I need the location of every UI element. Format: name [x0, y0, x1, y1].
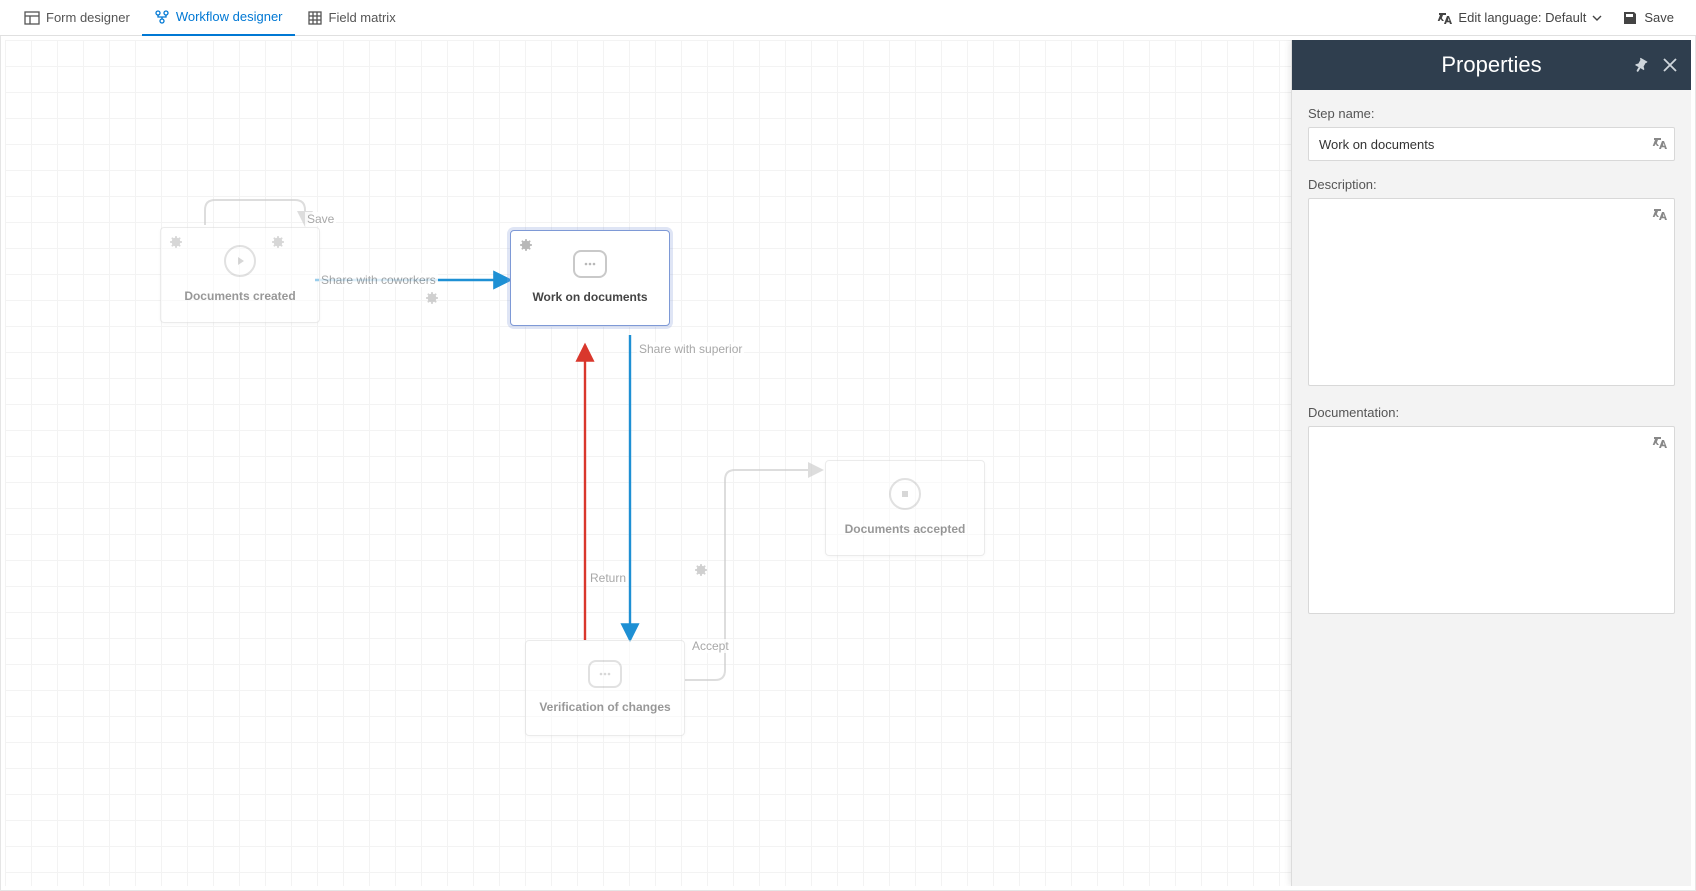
tab-form-designer[interactable]: Form designer [12, 0, 142, 36]
save-button[interactable]: Save [1612, 10, 1684, 26]
panel-title: Properties [1441, 52, 1541, 78]
tab-field-matrix[interactable]: Field matrix [295, 0, 408, 36]
chevron-down-icon [1592, 13, 1602, 23]
node-verification-of-changes[interactable]: Verification of changes [525, 640, 685, 736]
edge-label-return[interactable]: Return [588, 571, 628, 585]
flow-icon [154, 9, 170, 25]
translate-icon[interactable] [1651, 135, 1667, 154]
node-title: Documents created [184, 289, 295, 304]
workflow-canvas[interactable]: Save Share with coworkers Share with sup… [5, 40, 1691, 886]
gear-icon[interactable] [167, 234, 183, 255]
documentation-textarea[interactable] [1308, 426, 1675, 614]
node-work-on-documents[interactable]: Work on documents [510, 230, 670, 326]
end-icon [889, 478, 921, 510]
edit-language-label: Edit language: Default [1458, 10, 1586, 25]
tab-workflow-designer[interactable]: Workflow designer [142, 0, 295, 36]
save-label: Save [1644, 10, 1674, 25]
start-icon [224, 245, 256, 277]
properties-panel: Properties Step name: Description: Docum… [1291, 40, 1691, 886]
top-toolbar: Form designer Workflow designer Field ma… [0, 0, 1696, 36]
step-name-label: Step name: [1308, 106, 1675, 121]
language-icon [1436, 10, 1452, 26]
tab-label: Form designer [46, 10, 130, 25]
step-name-input[interactable] [1308, 127, 1675, 161]
save-icon [1622, 10, 1638, 26]
node-documents-accepted[interactable]: Documents accepted [825, 460, 985, 556]
description-textarea[interactable] [1308, 198, 1675, 386]
tab-label: Workflow designer [176, 9, 283, 24]
tab-label: Field matrix [329, 10, 396, 25]
matrix-icon [307, 10, 323, 26]
canvas-wrap: Save Share with coworkers Share with sup… [0, 36, 1696, 891]
node-title: Work on documents [532, 290, 647, 305]
translate-icon[interactable] [1651, 434, 1667, 453]
step-icon [573, 250, 607, 278]
edge-gear-share-coworkers[interactable] [423, 290, 439, 311]
panel-header: Properties [1292, 40, 1691, 90]
close-panel-button[interactable] [1661, 56, 1679, 74]
step-icon [588, 660, 622, 688]
node-title: Documents accepted [845, 522, 966, 537]
edge-label-save[interactable]: Save [305, 212, 336, 226]
form-icon [24, 10, 40, 26]
translate-icon[interactable] [1651, 206, 1667, 225]
pin-panel-button[interactable] [1633, 57, 1649, 73]
edge-label-share-coworkers[interactable]: Share with coworkers [319, 273, 438, 287]
panel-body: Step name: Description: Documentation: [1292, 90, 1691, 647]
edit-language-dropdown[interactable]: Edit language: Default [1426, 10, 1612, 26]
edge-gear-accept[interactable] [692, 562, 708, 583]
gear-icon[interactable] [269, 234, 285, 255]
documentation-label: Documentation: [1308, 405, 1675, 420]
edge-label-accept[interactable]: Accept [690, 639, 731, 653]
node-title: Verification of changes [539, 700, 670, 715]
description-label: Description: [1308, 177, 1675, 192]
node-documents-created[interactable]: Documents created [160, 227, 320, 323]
gear-icon[interactable] [517, 237, 533, 258]
edge-label-share-superior[interactable]: Share with superior [637, 342, 744, 356]
